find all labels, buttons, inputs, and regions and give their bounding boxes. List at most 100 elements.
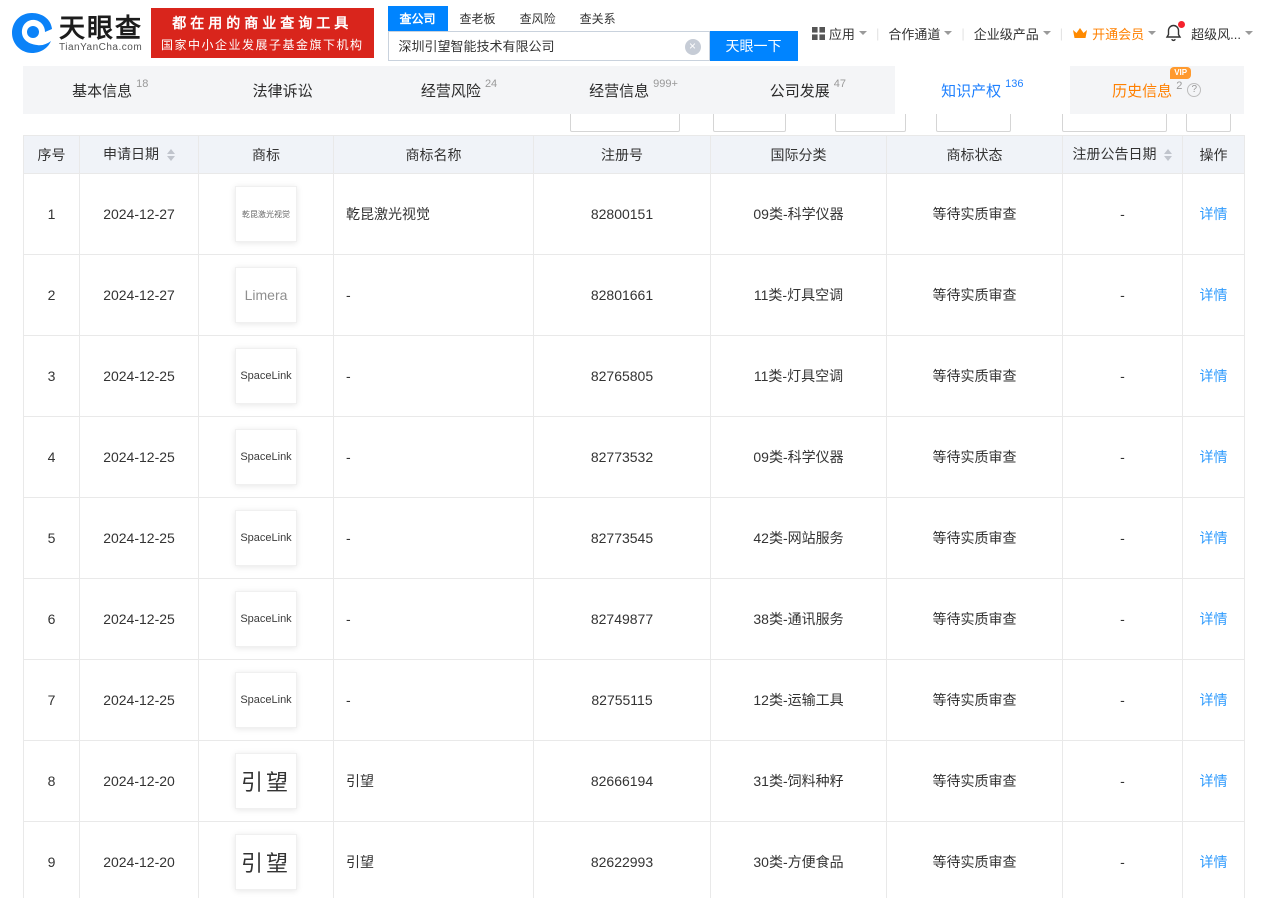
tab-label: 基本信息 [72, 82, 133, 100]
cell-status: 等待实质审查 [886, 497, 1063, 579]
detail-link[interactable]: 详情 [1200, 530, 1228, 546]
nav-apps[interactable]: 应用 [811, 24, 867, 43]
cell-intl-class: 11类-灯具空调 [710, 335, 887, 417]
trademark-image[interactable]: Limera [235, 267, 297, 323]
detail-link[interactable]: 详情 [1200, 206, 1228, 222]
tab-business-risk[interactable]: 经营风险 24 [372, 66, 546, 114]
search-tab-risk[interactable]: 查风险 [508, 6, 568, 31]
trademark-image[interactable]: 引望 [235, 753, 297, 809]
cell-trademark-name: - [333, 578, 534, 660]
header-application-date[interactable]: 申请日期 [79, 135, 199, 174]
cell-trademark-image: 乾昆激光视觉 [198, 173, 334, 255]
trademark-image[interactable]: SpaceLink [235, 672, 297, 728]
header-intl-class: 国际分类 [710, 135, 887, 174]
cell-intl-class: 09类-科学仪器 [710, 173, 887, 255]
cell-action: 详情 [1182, 578, 1245, 660]
logo-subtitle: TianYanCha.com [59, 41, 143, 53]
cell-trademark-name: - [333, 497, 534, 579]
trademark-image[interactable]: 引望 [235, 834, 297, 890]
cell-index: 9 [23, 821, 80, 898]
question-icon[interactable]: ? [1187, 83, 1202, 97]
header-trademark-name: 商标名称 [333, 135, 534, 174]
sort-icon[interactable] [166, 145, 175, 165]
cell-publication-date: - [1062, 821, 1183, 898]
cell-trademark-image: Limera [198, 254, 334, 336]
table-header-row: 序号 申请日期 商标 商标名称 注册号 国际分类 商标状态 注册公告日期 操作 [23, 135, 1245, 174]
tab-label: 历史信息 [1112, 82, 1173, 100]
sort-icon[interactable] [1164, 145, 1173, 165]
cell-intl-class: 38类-通讯服务 [710, 578, 887, 660]
cell-trademark-name: - [333, 335, 534, 417]
cell-intl-class: 31类-饲料种籽 [710, 740, 887, 822]
search-tab-relation[interactable]: 查关系 [568, 6, 628, 31]
search-input[interactable] [388, 31, 709, 60]
cell-registration-number: 82622993 [533, 821, 711, 898]
tianyancha-logo-icon [12, 13, 52, 53]
cell-publication-date: - [1062, 335, 1183, 417]
cell-index: 5 [23, 497, 80, 579]
tab-intellectual-property[interactable]: 知识产权 136 [895, 66, 1070, 114]
clear-input-icon[interactable]: × [684, 38, 701, 55]
nav-enterprise-products[interactable]: 企业级产品 [974, 24, 1051, 43]
vip-badge: VIP [1170, 66, 1192, 79]
table-row: 1 2024-12-27 乾昆激光视觉 乾昆激光视觉 82800151 09类-… [23, 173, 1245, 255]
tab-basic-info[interactable]: 基本信息 18 [23, 66, 197, 114]
cell-trademark-name: 引望 [333, 740, 534, 822]
tab-legal-litigation[interactable]: 法律诉讼 [197, 66, 371, 114]
table-row: 2 2024-12-27 Limera - 82801661 11类-灯具空调 … [23, 254, 1245, 336]
cell-application-date: 2024-12-25 [79, 416, 199, 498]
filter-dropdown[interactable] [1186, 114, 1231, 132]
detail-link[interactable]: 详情 [1200, 854, 1228, 870]
tab-company-development[interactable]: 公司发展 47 [721, 66, 895, 114]
detail-link[interactable]: 详情 [1200, 287, 1228, 303]
filter-dropdown[interactable] [1062, 114, 1167, 132]
trademark-image[interactable]: SpaceLink [235, 429, 297, 485]
nav-super-risk[interactable]: 超级风... [1191, 24, 1253, 43]
tab-label: 法律诉讼 [252, 82, 313, 100]
search-button[interactable]: 天眼一下 [709, 30, 798, 61]
filter-dropdown[interactable] [570, 114, 680, 132]
tab-history-info[interactable]: 历史信息 VIP 2 ? [1070, 66, 1244, 114]
detail-link[interactable]: 详情 [1200, 368, 1228, 384]
detail-link[interactable]: 详情 [1200, 692, 1228, 708]
detail-link[interactable]: 详情 [1200, 449, 1228, 465]
nav-enterprise-label: 企业级产品 [973, 26, 1039, 42]
tab-label: 经营信息 [589, 82, 650, 100]
cell-status: 等待实质审查 [886, 254, 1063, 336]
filter-row [23, 114, 1244, 135]
tab-count: 18 [136, 78, 149, 90]
notifications-bell[interactable] [1165, 21, 1186, 42]
cell-application-date: 2024-12-27 [79, 173, 199, 255]
chevron-down-icon [944, 31, 953, 39]
filter-dropdown[interactable] [713, 114, 786, 132]
filter-dropdown[interactable] [835, 114, 906, 132]
nav-open-membership[interactable]: 开通会员 [1072, 24, 1157, 43]
crown-icon [1073, 28, 1088, 38]
header-publication-date[interactable]: 注册公告日期 [1062, 135, 1183, 174]
filter-dropdown[interactable] [936, 114, 1011, 132]
detail-link[interactable]: 详情 [1200, 611, 1228, 627]
cell-action: 详情 [1182, 335, 1245, 417]
trademark-image[interactable]: SpaceLink [235, 591, 297, 647]
detail-link[interactable]: 详情 [1200, 773, 1228, 789]
table-row: 8 2024-12-20 引望 引望 82666194 31类-饲料种籽 等待实… [23, 740, 1245, 822]
search-tab-company[interactable]: 查公司 [387, 5, 448, 31]
cell-status: 等待实质审查 [886, 416, 1063, 498]
cell-action: 详情 [1182, 254, 1245, 336]
cell-publication-date: - [1062, 254, 1183, 336]
trademark-image[interactable]: SpaceLink [235, 348, 297, 404]
search-tab-boss[interactable]: 查老板 [448, 6, 508, 31]
cell-application-date: 2024-12-25 [79, 497, 199, 579]
cell-trademark-name: - [333, 254, 534, 336]
cell-status: 等待实质审查 [886, 821, 1063, 898]
logo[interactable]: 天眼查 TianYanCha.com [10, 11, 143, 55]
trademark-image[interactable]: 乾昆激光视觉 [235, 186, 297, 242]
tab-business-info[interactable]: 经营信息 999+ [546, 66, 720, 114]
cell-intl-class: 30类-方便食品 [710, 821, 887, 898]
cell-status: 等待实质审查 [886, 173, 1063, 255]
nav-membership-label: 开通会员 [1092, 26, 1145, 42]
cell-intl-class: 12类-运输工具 [710, 659, 887, 741]
trademark-image[interactable]: SpaceLink [235, 510, 297, 566]
logo-title: 天眼查 [59, 12, 144, 43]
nav-partner-channel[interactable]: 合作通道 [888, 24, 953, 43]
